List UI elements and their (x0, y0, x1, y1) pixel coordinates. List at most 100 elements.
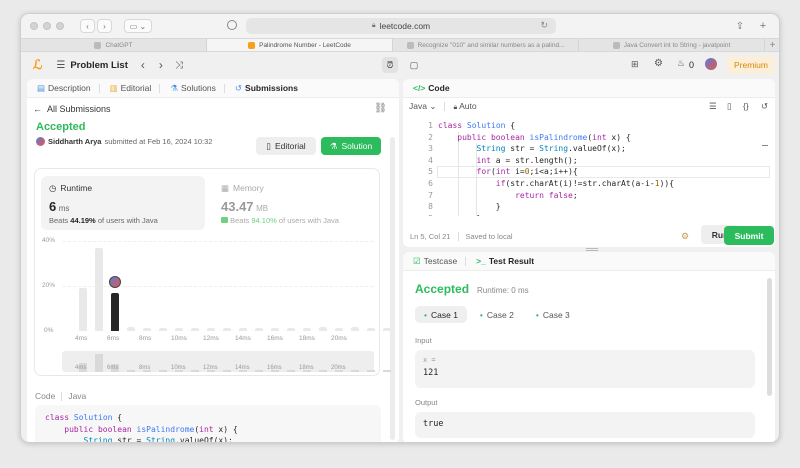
code-area[interactable]: 123456789 class Solution { public boolea… (403, 115, 775, 216)
result-scrollbar[interactable] (767, 278, 772, 396)
histogram-bar[interactable] (175, 328, 183, 331)
runtime-distribution-chart[interactable]: 40% 20% 0% 4ms 6ms 8ms 10ms 12ms 14ms 16ms 18ms… (35, 235, 391, 375)
histogram-bar[interactable] (303, 328, 311, 331)
code-icon: </> (413, 83, 426, 93)
stats-card: ◷ Runtime 6 ms Beats 44.19% of users with… (34, 168, 391, 376)
link-icon[interactable]: ⛓ (374, 103, 387, 114)
histogram-bar[interactable] (239, 328, 247, 331)
x-tick-label: 16ms (267, 335, 283, 342)
editor-header: </> Code (403, 79, 775, 98)
editorial-button[interactable]: ▯ Editorial (256, 137, 316, 155)
histogram-bar[interactable] (79, 288, 87, 331)
new-tab-icon[interactable]: + (756, 19, 770, 33)
memory-card[interactable]: ▦ Memory 43.47 MB Beats 94.10% of users w… (213, 176, 373, 230)
histogram-bar[interactable] (255, 328, 263, 331)
histogram-bar[interactable] (271, 328, 279, 331)
reset-icon[interactable]: ↺ (761, 101, 768, 112)
histogram-bar[interactable] (383, 328, 391, 331)
panel-resize-handle[interactable] (586, 248, 598, 251)
histogram-bar[interactable] (111, 292, 119, 331)
timer-icon[interactable]: ⏰︎ (382, 57, 398, 73)
code-tab[interactable]: </> Code (413, 83, 450, 93)
reload-icon[interactable]: ↻ (540, 20, 548, 31)
leetcode-logo-icon[interactable]: ℒ (33, 57, 42, 73)
tab-test-result[interactable]: >_ Test Result (476, 256, 534, 266)
scrollbar[interactable] (390, 137, 395, 440)
forward-icon[interactable]: › (97, 19, 112, 33)
grid-line (63, 286, 373, 287)
case-tab-1[interactable]: • Case 1 (415, 306, 467, 323)
avatar[interactable] (705, 58, 717, 70)
bookmark-icon[interactable]: ▯ (727, 101, 732, 112)
divider (465, 256, 467, 266)
language-select[interactable]: Java ⌄ (409, 101, 436, 112)
fire-icon[interactable]: ♨ (677, 58, 685, 69)
browser-tab[interactable]: Java Convert int to String - javatpoint (579, 39, 765, 51)
layout-icon[interactable]: ⊞ (631, 59, 639, 70)
privacy-icon[interactable] (227, 20, 237, 30)
tab-testcase[interactable]: ☑ Testcase (413, 256, 457, 267)
sidebar-toggle-icon[interactable]: ▭ ⌄ (124, 19, 152, 33)
share-icon[interactable]: ⇪ (733, 19, 747, 33)
histogram-bar[interactable] (143, 328, 151, 331)
all-submissions-link[interactable]: ← All Submissions (33, 104, 111, 114)
case-tab-2[interactable]: • Case 2 (471, 306, 523, 323)
tab-editorial[interactable]: ▥ Editorial (110, 83, 152, 94)
brackets-icon[interactable]: {} (743, 101, 749, 111)
problem-list-link[interactable]: Problem List (70, 60, 128, 71)
runtime-card[interactable]: ◷ Runtime 6 ms Beats 44.19% of users with… (41, 176, 205, 230)
case-tab-3[interactable]: • Case 3 (527, 306, 579, 323)
histogram-bar[interactable] (287, 328, 295, 331)
language-label: Java (409, 100, 427, 111)
lock-icon: 🔒︎ (453, 103, 458, 111)
tab-submissions[interactable]: ↺ Submissions (235, 83, 298, 94)
code-preview-header: Code Java (35, 391, 86, 401)
tab-solutions[interactable]: ⚗ Solutions (170, 83, 216, 94)
editor-scroll-marker[interactable] (762, 145, 768, 146)
address-bar[interactable]: 🔒︎ leetcode.com ↻ (246, 18, 556, 34)
y-tick-label: 40% (42, 237, 56, 244)
code-preview-line: public boolean isPalindrome(int x) { (64, 424, 238, 434)
close-window-button[interactable] (30, 22, 38, 30)
output-value: true (423, 419, 444, 429)
prev-problem-icon[interactable]: ‹ (141, 58, 145, 72)
debug-icon[interactable]: ⚙ (681, 231, 689, 242)
browser-tab[interactable]: Recognize "010" and similar numbers as a… (393, 39, 579, 51)
next-problem-icon[interactable]: › (159, 58, 163, 72)
tab-description[interactable]: ▤ Description (37, 83, 91, 94)
histogram-bar[interactable] (319, 326, 327, 331)
tab-label: Recognize "010" and similar numbers as a… (417, 41, 565, 49)
auto-mode[interactable]: 🔒︎ Auto (453, 101, 476, 112)
format-icon[interactable]: ☰ (709, 101, 717, 112)
submit-button[interactable]: Submit (724, 226, 774, 245)
histogram-bar[interactable] (207, 328, 215, 331)
user-name[interactable]: Siddharth Arya (48, 137, 101, 146)
histogram-bar[interactable] (351, 326, 359, 331)
histogram-bar[interactable] (367, 328, 375, 331)
notes-icon[interactable]: ▢ (406, 57, 422, 73)
beats-suffix: of users with Java (278, 216, 339, 225)
result-runtime: Runtime: 0 ms (477, 286, 529, 295)
settings-icon[interactable]: ⚙ (654, 58, 663, 69)
add-tab-button[interactable]: + (765, 39, 779, 51)
browser-tab-active[interactable]: Palindrome Number - LeetCode (207, 39, 393, 51)
back-icon[interactable]: ‹ (80, 19, 95, 33)
minimize-window-button[interactable] (43, 22, 51, 30)
histogram-bar[interactable] (159, 328, 167, 331)
submission-meta: Siddharth Arya submitted at Feb 16, 2024… (36, 137, 212, 146)
zoom-window-button[interactable] (56, 22, 64, 30)
overview-x-label: 16ms (267, 365, 282, 371)
solution-button[interactable]: ⚗ Solution (321, 137, 381, 155)
runtime-label: Runtime (60, 183, 93, 193)
runtime-unit: ms (58, 204, 70, 213)
checkbox-icon: ☑ (413, 255, 421, 266)
problem-list-icon[interactable]: ☰ (56, 60, 65, 71)
premium-button[interactable]: Premium (727, 56, 775, 74)
histogram-bar[interactable] (95, 247, 103, 331)
shuffle-icon[interactable]: ⤨ (175, 60, 183, 71)
browser-tab[interactable]: ChatGPT (21, 39, 207, 51)
histogram-bar[interactable] (223, 328, 231, 331)
histogram-bar[interactable] (127, 326, 135, 331)
histogram-bar[interactable] (335, 328, 343, 331)
histogram-bar[interactable] (191, 328, 199, 331)
